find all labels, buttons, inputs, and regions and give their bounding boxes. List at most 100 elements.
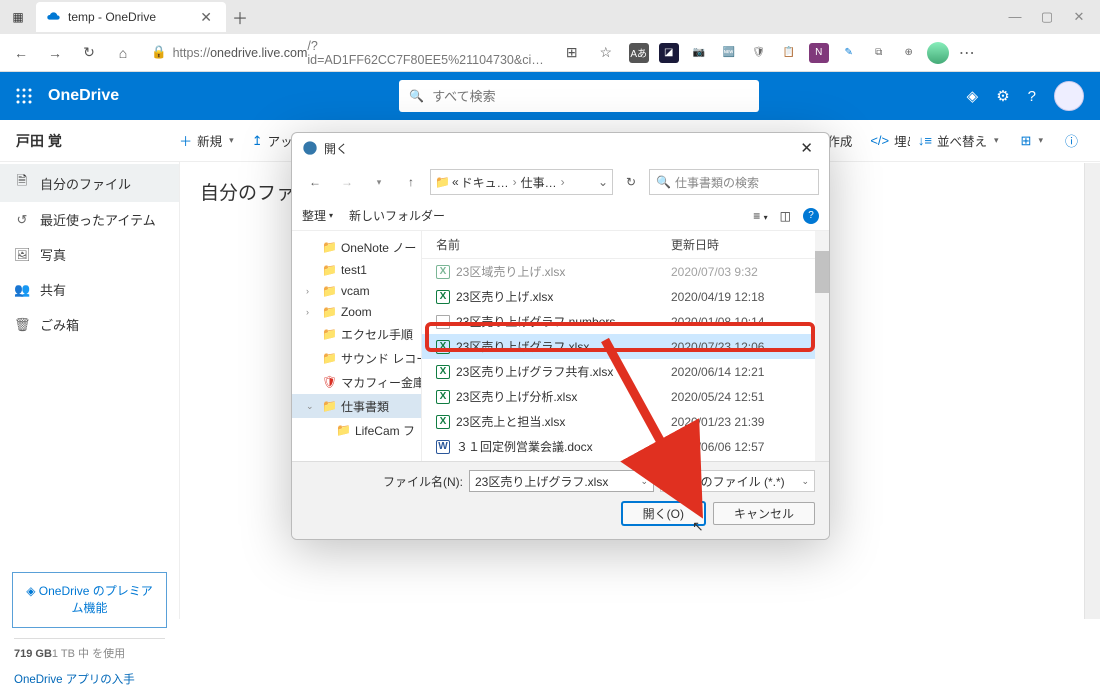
col-date[interactable]: 更新日時 [671,236,719,253]
tree-item[interactable]: 📁test1 [292,259,421,280]
folder-tree: 📁OneNote ノー📁test1›📁vcam›📁Zoom📁エクセル手順📁サウン… [292,231,422,461]
favorite-icon[interactable]: ☆ [591,38,621,68]
refresh-icon[interactable]: ↻ [74,38,104,68]
view-button[interactable]: ⊞▾ [1013,129,1051,153]
ext-icon-2[interactable]: ◪ [659,43,679,63]
sort-button[interactable]: ↓≡並べ替え▾ [910,127,1007,154]
folder-icon: 📁 [322,305,337,319]
user-avatar[interactable] [1054,81,1084,111]
tree-item[interactable]: ›📁Zoom [292,301,421,322]
ext-icon-8[interactable]: ✎ [839,43,859,63]
premium-icon[interactable]: ◈ [967,87,979,105]
close-window-icon[interactable]: ✕ [1072,9,1086,25]
history-drop-icon[interactable]: ▾ [366,169,392,195]
folder-icon: 📁 [336,423,351,437]
search-input[interactable] [432,89,749,104]
nav-recent[interactable]: ↺最近使ったアイテム [0,202,179,237]
ext-icon-10[interactable]: ⊕ [899,43,919,63]
get-app-link[interactable]: OneDrive アプリの入手 [0,661,179,697]
back-icon[interactable]: ← [6,38,36,68]
path-crumb[interactable]: 📁 « ドキュ…› 仕事…› ⌄ [430,169,613,195]
file-row[interactable]: X23区売り上げグラフ.xlsx2020/07/23 12:06 [422,334,829,359]
back-icon[interactable]: ← [302,169,328,195]
folder-icon: 📁 [322,263,337,277]
settings-icon[interactable]: ⚙ [996,87,1009,105]
tree-item[interactable]: 🛡マカフィー金庫 [292,370,421,394]
ext-camera-icon[interactable]: 📷 [689,43,709,63]
browser-tab[interactable]: temp - OneDrive ✕ [36,2,226,32]
help-icon[interactable]: ? [803,208,819,224]
file-row[interactable]: W３１回定例営業会議.docx2018/06/06 12:57 [422,434,829,459]
folder-icon: 🛡 [322,375,337,389]
file-row[interactable]: X23区域売り上げ.xlsx2020/07/03 9:32 [422,259,829,284]
page-scrollbar[interactable] [1084,163,1100,619]
view-list-icon[interactable]: ≡ ▾ [753,209,767,223]
file-row[interactable]: X23区売り上げ.xlsx2020/04/19 12:18 [422,284,829,309]
home-icon[interactable]: ⌂ [108,38,138,68]
ext-icon-6[interactable]: 📋 [779,43,799,63]
app-launcher-icon[interactable] [0,72,48,120]
filetype-select[interactable]: すべてのファイル (*.*)⌄ [660,470,815,492]
maximize-icon[interactable]: ▢ [1040,9,1054,25]
tree-item[interactable]: 📁エクセル手順 [292,322,421,346]
ext-icon-4[interactable]: 🆕 [719,43,739,63]
edge-icon [302,140,318,156]
file-row[interactable]: X23区売上と担当.xlsx2020/01/23 21:39 [422,409,829,434]
recent-icon: ↺ [14,212,30,228]
tab-actions-icon[interactable]: ▦ [6,5,30,29]
nav-photos[interactable]: 🖼写真 [0,237,179,272]
premium-promo[interactable]: ◈ OneDrive のプレミアム機能 [12,572,167,628]
browser-navbar: ← → ↻ ⌂ 🔒 https://onedrive.live.com/?id=… [0,34,1100,72]
address-bar[interactable]: 🔒 https://onedrive.live.com/?id=AD1FF62C… [142,39,553,67]
reader-icon[interactable]: ⊞ [557,38,587,68]
close-dialog-icon[interactable]: ✕ [794,137,819,159]
refresh-icon[interactable]: ↻ [619,175,643,189]
tree-item[interactable]: ›📁vcam [292,280,421,301]
forward-icon[interactable]: → [334,169,360,195]
ext-onenote-icon[interactable]: N [809,43,829,63]
ext-translate-icon[interactable]: Aあ [629,43,649,63]
nav-shared[interactable]: 👥共有 [0,272,179,307]
list-scrollbar[interactable] [815,231,829,461]
cancel-button[interactable]: キャンセル [713,502,815,525]
preview-pane-icon[interactable]: ◫ [780,209,791,223]
file-row[interactable]: 23区売り上げグラフ.numbers2020/01/08 10:14 [422,309,829,334]
dialog-title: 開く [324,140,348,157]
dialog-search[interactable]: 🔍 仕事書類の検索 [649,169,819,195]
excel-icon: X [436,365,450,379]
search-box[interactable]: 🔍 [399,80,759,112]
excel-icon: X [436,415,450,429]
nav-recycle[interactable]: 🗑ごみ箱 [0,307,179,342]
filename-input[interactable]: 23区売り上げグラフ.xlsx⌄ [469,470,654,492]
forward-icon[interactable]: → [40,38,70,68]
new-button[interactable]: ＋新規▾ [171,127,242,154]
tree-item[interactable]: 📁サウンド レコー [292,346,421,370]
profile-avatar[interactable] [927,42,949,64]
nav-myfiles[interactable]: 🗎自分のファイル [0,164,179,202]
info-icon[interactable]: ⓘ [1057,127,1086,154]
ext-collections-icon[interactable]: ⧉ [869,43,889,63]
ext-icon-5[interactable]: 🛡 [749,43,769,63]
tree-item[interactable]: ⌄📁仕事書類 [292,394,421,418]
help-icon[interactable]: ? [1028,88,1036,105]
file-row[interactable]: X23区売り上げ分析.xlsx2020/05/24 12:51 [422,384,829,409]
organize-button[interactable]: 整理 ▾ [302,207,333,224]
col-name[interactable]: 名前 [436,236,671,253]
tree-item[interactable]: 📁LifeCam フ [292,418,421,442]
new-folder-button[interactable]: 新しいフォルダー [349,207,445,224]
menu-icon[interactable]: ⋯ [953,43,981,63]
new-tab-button[interactable]: ＋ [226,5,254,29]
file-row[interactable]: X23区売り上げグラフ共有.xlsx2020/06/14 12:21 [422,359,829,384]
close-tab-icon[interactable]: ✕ [196,9,216,26]
embed-button[interactable]: </>埋め込み [862,127,910,154]
up-icon[interactable]: ↑ [398,169,424,195]
tree-item[interactable]: 📁OneNote ノー [292,235,421,259]
minimize-icon[interactable]: — [1008,9,1022,25]
onedrive-brand[interactable]: OneDrive [48,87,119,105]
chevron-down-icon[interactable]: ⌄ [801,476,809,487]
chevron-down-icon[interactable]: ⌄ [598,175,608,189]
storage-usage: 719 GB1 TB 中 を使用 [0,645,179,661]
folder-icon: 📁 [322,351,337,365]
chevron-down-icon[interactable]: ⌄ [640,476,648,487]
browser-titlebar: ▦ temp - OneDrive ✕ ＋ — ▢ ✕ [0,0,1100,34]
